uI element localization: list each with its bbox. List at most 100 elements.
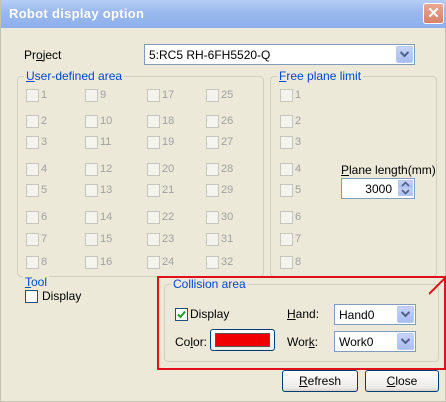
user-area-checkbox-32[interactable]	[206, 256, 219, 269]
highlight-annotation	[157, 276, 446, 370]
free-plane-checkbox-5[interactable]	[280, 184, 293, 197]
tool-title: Tool	[23, 275, 50, 289]
user-area-checkbox-28[interactable]	[206, 163, 219, 176]
tool-display-label: Display	[42, 289, 82, 303]
user-area-checkbox-22[interactable]	[147, 211, 160, 224]
free-plane-checkbox-3[interactable]	[280, 136, 293, 149]
user-area-checkbox-label: 18	[162, 115, 175, 127]
user-area-checkbox-label: 30	[221, 211, 234, 223]
user-area-checkbox-label: 24	[162, 256, 175, 268]
user-area-checkbox-label: 13	[100, 184, 113, 196]
free-plane-checkbox-label: 8	[295, 256, 302, 268]
user-area-checkbox-17[interactable]	[147, 89, 160, 102]
free-plane-checkbox-label: 7	[295, 233, 302, 245]
user-area-checkbox-30[interactable]	[206, 211, 219, 224]
free-plane-checkbox-label: 2	[295, 115, 302, 127]
user-area-checkbox-11[interactable]	[85, 136, 98, 149]
user-area-checkbox-5[interactable]	[26, 184, 39, 197]
title-bar: Robot display option ✕	[1, 0, 446, 28]
user-area-checkbox-label: 31	[221, 233, 234, 245]
user-area-checkbox-label: 26	[221, 115, 234, 127]
free-plane-checkbox-6[interactable]	[280, 211, 293, 224]
tool-display-checkbox[interactable]	[25, 290, 38, 303]
free-plane-checkbox-label: 5	[295, 184, 302, 196]
user-area-checkbox-label: 23	[162, 233, 175, 245]
plane-length-spinner[interactable]: 3000	[341, 178, 415, 199]
user-area-checkbox-label: 12	[100, 163, 113, 175]
close-button[interactable]: Close	[365, 370, 439, 392]
plane-length-value: 3000	[365, 182, 392, 196]
project-label: Project	[24, 48, 62, 62]
user-area-checkbox-13[interactable]	[85, 184, 98, 197]
close-window-button[interactable]: ✕	[423, 3, 444, 24]
user-area-checkbox-27[interactable]	[206, 136, 219, 149]
user-defined-area-title: User-defined area	[24, 69, 125, 83]
spin-down-button[interactable]	[398, 188, 413, 196]
user-area-checkbox-label: 28	[221, 163, 234, 175]
free-plane-checkbox-4[interactable]	[280, 163, 293, 176]
user-area-checkbox-label: 22	[162, 211, 175, 223]
user-area-checkbox-31[interactable]	[206, 233, 219, 246]
user-area-checkbox-19[interactable]	[147, 136, 160, 149]
free-plane-checkbox-label: 6	[295, 211, 302, 223]
free-plane-checkbox-2[interactable]	[280, 115, 293, 128]
user-area-checkbox-4[interactable]	[26, 163, 39, 176]
project-value: 5:RC5 RH-6FH5520-Q	[149, 48, 271, 62]
user-area-checkbox-label: 6	[41, 211, 48, 223]
user-area-checkbox-3[interactable]	[26, 136, 39, 149]
free-plane-checkbox-8[interactable]	[280, 256, 293, 269]
user-area-checkbox-21[interactable]	[147, 184, 160, 197]
annotation-pointer-line	[429, 276, 446, 295]
user-area-checkbox-label: 1	[41, 89, 48, 101]
free-plane-checkbox-label: 1	[295, 89, 302, 101]
window-title: Robot display option	[9, 6, 145, 21]
user-area-checkbox-26[interactable]	[206, 115, 219, 128]
user-defined-area-group: User-defined area	[17, 69, 264, 277]
user-area-checkbox-24[interactable]	[147, 256, 160, 269]
user-area-checkbox-label: 5	[41, 184, 48, 196]
user-area-checkbox-label: 3	[41, 136, 48, 148]
user-area-checkbox-label: 21	[162, 184, 175, 196]
user-area-checkbox-label: 32	[221, 256, 234, 268]
user-area-checkbox-label: 16	[100, 256, 113, 268]
user-area-checkbox-29[interactable]	[206, 184, 219, 197]
user-area-checkbox-label: 2	[41, 115, 48, 127]
user-area-checkbox-15[interactable]	[85, 233, 98, 246]
user-area-checkbox-12[interactable]	[85, 163, 98, 176]
free-plane-checkbox-7[interactable]	[280, 233, 293, 246]
user-area-checkbox-10[interactable]	[85, 115, 98, 128]
user-area-checkbox-1[interactable]	[26, 89, 39, 102]
user-area-checkbox-label: 9	[100, 89, 107, 101]
free-plane-checkbox-1[interactable]	[280, 89, 293, 102]
user-area-checkbox-18[interactable]	[147, 115, 160, 128]
spinner-buttons	[398, 180, 413, 197]
free-plane-limit-title: Free plane limit	[277, 69, 364, 83]
user-area-checkbox-label: 19	[162, 136, 175, 148]
close-icon: ✕	[427, 5, 440, 22]
user-area-checkbox-25[interactable]	[206, 89, 219, 102]
chevron-down-icon[interactable]	[396, 46, 413, 63]
user-area-checkbox-label: 8	[41, 256, 48, 268]
spin-up-button[interactable]	[398, 180, 413, 188]
user-area-checkbox-label: 29	[221, 184, 234, 196]
user-area-checkbox-8[interactable]	[26, 256, 39, 269]
user-area-checkbox-16[interactable]	[85, 256, 98, 269]
user-area-checkbox-7[interactable]	[26, 233, 39, 246]
plane-length-label: Plane length(mm)	[341, 163, 436, 177]
user-area-checkbox-label: 14	[100, 211, 113, 223]
project-select[interactable]: 5:RC5 RH-6FH5520-Q	[144, 44, 415, 65]
user-area-checkbox-label: 10	[100, 115, 113, 127]
user-area-checkbox-label: 20	[162, 163, 175, 175]
robot-display-option-window: Robot display option ✕ Project 5:RC5 RH-…	[0, 0, 446, 402]
user-area-checkbox-label: 11	[100, 136, 112, 148]
user-area-checkbox-label: 15	[100, 233, 113, 245]
user-area-checkbox-label: 17	[162, 89, 175, 101]
user-area-checkbox-20[interactable]	[147, 163, 160, 176]
user-area-checkbox-2[interactable]	[26, 115, 39, 128]
user-area-checkbox-label: 7	[41, 233, 48, 245]
user-area-checkbox-9[interactable]	[85, 89, 98, 102]
user-area-checkbox-6[interactable]	[26, 211, 39, 224]
user-area-checkbox-14[interactable]	[85, 211, 98, 224]
refresh-button[interactable]: Refresh	[282, 370, 358, 392]
user-area-checkbox-23[interactable]	[147, 233, 160, 246]
